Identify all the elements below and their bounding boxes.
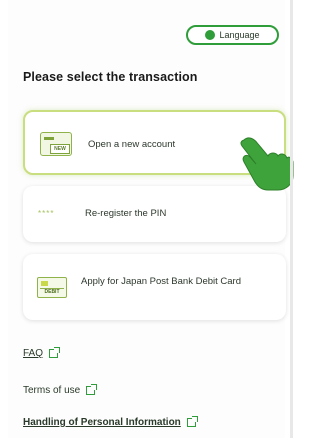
app-screen: Language Please select the transaction N… bbox=[8, 0, 294, 438]
terms-link[interactable]: Terms of use bbox=[23, 384, 98, 396]
page-title: Please select the transaction bbox=[23, 70, 198, 84]
globe-icon bbox=[205, 30, 216, 40]
external-link-icon bbox=[49, 347, 61, 358]
pointing-hand-icon bbox=[240, 137, 294, 191]
scroll-edge bbox=[290, 0, 293, 438]
option-label: Re-register the PIN bbox=[85, 208, 167, 219]
option-apply-debit-card[interactable]: DEBIT Apply for Japan Post Bank Debit Ca… bbox=[23, 254, 286, 320]
pin-dots-icon: **** bbox=[38, 209, 55, 218]
language-label: Language bbox=[219, 30, 260, 40]
language-button[interactable]: Language bbox=[186, 25, 279, 45]
option-label: Open a new account bbox=[88, 139, 176, 150]
debit-tag: DEBIT bbox=[40, 288, 64, 295]
option-label: Apply for Japan Post Bank Debit Card bbox=[81, 276, 242, 287]
new-tag: NEW bbox=[50, 144, 70, 154]
personal-info-link[interactable]: Handling of Personal Information bbox=[23, 416, 198, 428]
new-account-icon: NEW bbox=[40, 132, 72, 156]
external-link-icon bbox=[86, 384, 98, 395]
option-reregister-pin[interactable]: **** Re-register the PIN bbox=[23, 186, 286, 242]
faq-link[interactable]: FAQ bbox=[23, 347, 61, 359]
external-link-icon bbox=[186, 416, 198, 427]
debit-card-icon: DEBIT bbox=[37, 277, 67, 298]
